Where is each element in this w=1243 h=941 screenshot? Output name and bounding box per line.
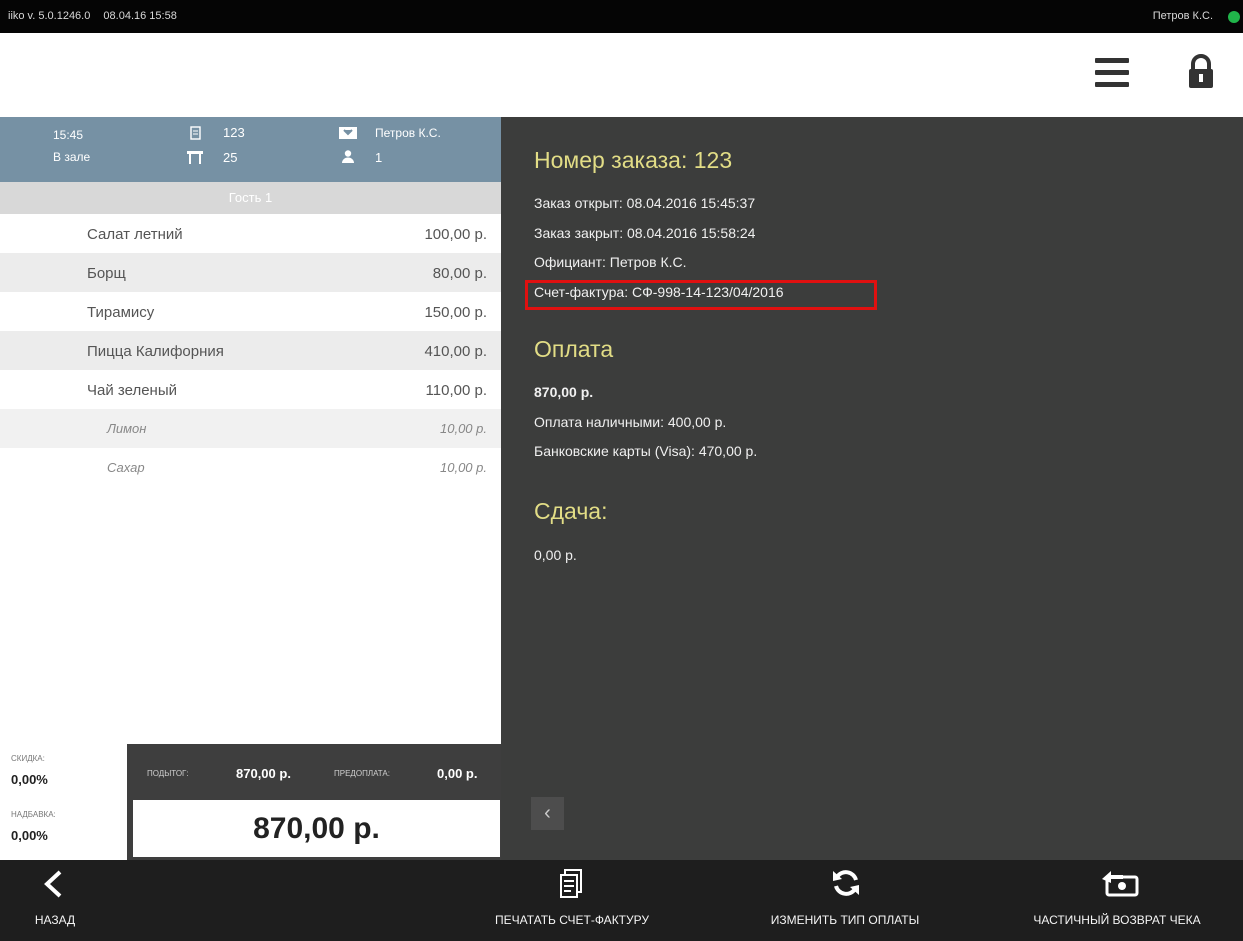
discount-box[interactable]: СКИДКА: 0,00% НАДБАВКА: 0,00% — [0, 744, 127, 860]
partial-refund-button[interactable]: ЧАСТИЧНЫЙ ВОЗВРАТ ЧЕКА — [1014, 860, 1220, 941]
discount-value: 0,00% — [11, 772, 48, 787]
order-waiter: Официант: Петров К.С. — [534, 254, 687, 270]
guest-icon — [342, 150, 354, 166]
back-label: НАЗАД — [34, 913, 76, 927]
modifier-name: Сахар — [107, 460, 145, 475]
table-icon — [187, 150, 203, 167]
item-name: Борщ — [87, 265, 126, 282]
table-number: 25 — [223, 150, 238, 165]
discount-label: СКИДКА: — [11, 754, 45, 763]
item-price: 150,00 р. — [424, 304, 487, 321]
order-title: Номер заказа: 123 — [534, 147, 733, 173]
change-payment-label: ИЗМЕНИТЬ ТИП ОПЛАТЫ — [770, 913, 920, 927]
modifier-item[interactable]: Сахар 10,00 р. — [0, 448, 501, 487]
change-title: Сдача: — [534, 498, 608, 524]
subtotal-label: ПОДЫТОГ: — [147, 769, 189, 778]
grand-total: 870,00 р. — [133, 800, 500, 857]
modifier-name: Лимон — [107, 421, 147, 436]
print-invoice-button[interactable]: ПЕЧАТАТЬ СЧЕТ-ФАКТУРУ — [476, 860, 668, 941]
order-time: 15:45 — [53, 128, 84, 142]
order-header: 15:45 В зале 123 25 Петров К.С. 1 — [0, 117, 501, 182]
bottom-toolbar: НАЗАД ПЕЧАТАТЬ СЧЕТ-ФАКТУРУ ИЗМЕНИТЬ ТИП… — [0, 860, 1243, 941]
item-name: Чай зеленый — [87, 382, 177, 399]
item-name: Салат летний — [87, 226, 183, 243]
document-icon — [560, 869, 582, 898]
payment-title: Оплата — [534, 336, 614, 362]
status-left: iiko v. 5.0.1246.0 08.04.16 15:58 — [8, 10, 187, 22]
lock-icon[interactable] — [1186, 54, 1216, 90]
print-invoice-label: ПЕЧАТАТЬ СЧЕТ-ФАКТУРУ — [495, 913, 649, 927]
order-items-list: Салат летний 100,00 р. Борщ 80,00 р. Тир… — [0, 214, 501, 487]
money-refund-icon — [1102, 871, 1139, 897]
partial-refund-label: ЧАСТИЧНЫЙ ВОЗВРАТ ЧЕКА — [1033, 913, 1201, 927]
list-item[interactable]: Чай зеленый 110,00 р. — [0, 370, 501, 409]
waiter-name: Петров К.С. — [375, 126, 441, 140]
list-item[interactable]: Салат летний 100,00 р. — [0, 214, 501, 253]
item-name: Пицца Калифорния — [87, 343, 224, 360]
list-item[interactable]: Тирамису 150,00 р. — [0, 292, 501, 331]
modifier-price: 10,00 р. — [440, 421, 487, 436]
back-button[interactable]: НАЗАД — [30, 860, 80, 941]
prepay-label: ПРЕДОПЛАТА: — [334, 769, 390, 778]
waiter-icon — [339, 127, 357, 142]
modifier-item[interactable]: Лимон 10,00 р. — [0, 409, 501, 448]
item-price: 110,00 р. — [425, 382, 487, 399]
order-number: 123 — [223, 125, 245, 140]
receipt-icon — [190, 126, 201, 143]
order-closed: Заказ закрыт: 08.04.2016 15:58:24 — [534, 225, 756, 241]
item-price: 80,00 р. — [432, 265, 487, 282]
totals-panel: СКИДКА: 0,00% НАДБАВКА: 0,00% ПОДЫТОГ: 8… — [0, 744, 501, 860]
guests-count: 1 — [375, 150, 383, 165]
app-version: iiko v. 5.0.1246.0 — [8, 10, 91, 22]
item-price: 100,00 р. — [424, 226, 487, 243]
surcharge-label: НАДБАВКА: — [11, 810, 56, 819]
item-name: Тирамису — [87, 304, 155, 321]
chevron-left-icon[interactable]: ‹ — [531, 797, 564, 830]
status-bar: iiko v. 5.0.1246.0 08.04.16 15:58 Петров… — [0, 0, 1243, 33]
surcharge-value: 0,00% — [11, 828, 48, 843]
change-value: 0,00 р. — [534, 547, 577, 563]
current-user: Петров К.С. — [1152, 10, 1213, 22]
list-item[interactable]: Борщ 80,00 р. — [0, 253, 501, 292]
payment-card: Банковские карты (Visa): 470,00 р. — [534, 443, 758, 459]
order-info-panel: Номер заказа: 123 Заказ открыт: 08.04.20… — [501, 117, 1243, 860]
subtotal-value: 870,00 р. — [236, 766, 291, 781]
chevron-left-icon — [44, 870, 62, 898]
status-datetime: 08.04.16 15:58 — [103, 10, 177, 22]
payment-cash: Оплата наличными: 400,00 р. — [534, 414, 727, 430]
refresh-icon — [833, 870, 859, 896]
modifier-price: 10,00 р. — [440, 460, 487, 475]
guest-header[interactable]: Гость 1 — [0, 182, 501, 214]
item-price: 410,00 р. — [424, 343, 487, 360]
change-payment-button[interactable]: ИЗМЕНИТЬ ТИП ОПЛАТЫ — [750, 860, 940, 941]
prepay-value: 0,00 р. — [437, 766, 478, 781]
order-location: В зале — [53, 150, 91, 164]
invoice-number: Счет-фактура: СФ-998-14-123/04/2016 — [534, 284, 784, 300]
list-item[interactable]: Пицца Калифорния 410,00 р. — [0, 331, 501, 370]
order-opened: Заказ открыт: 08.04.2016 15:45:37 — [534, 195, 756, 211]
hamburger-menu-icon[interactable] — [1095, 58, 1129, 88]
header — [0, 33, 1243, 117]
payment-total: 870,00 р. — [534, 384, 594, 400]
online-status-indicator — [1228, 11, 1240, 23]
